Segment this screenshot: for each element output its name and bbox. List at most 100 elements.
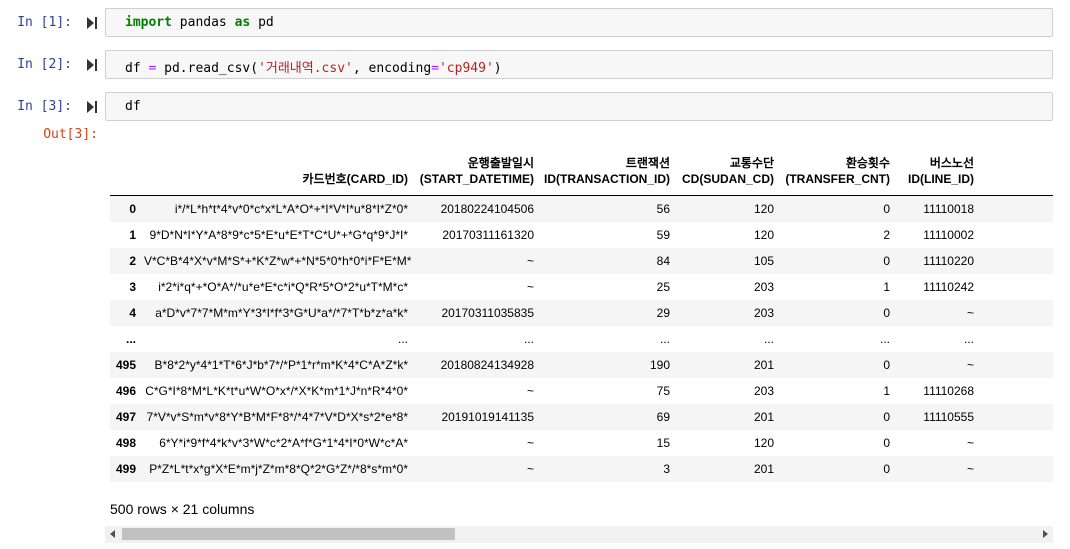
dataframe-table: 카드번호(CARD_ID) 운행출발일시 (START_DATETIME) 트랜잭션 I… xyxy=(110,146,1053,482)
table-cell: ... xyxy=(763,331,774,346)
table-cell: ~ xyxy=(526,435,534,450)
table-cell: 2110 xyxy=(982,456,1053,482)
code-token: pd.read_csv( xyxy=(156,61,259,76)
table-cell: 11110268 xyxy=(923,383,974,398)
table-cell: ... xyxy=(659,331,670,346)
table-cell: 11110555 xyxy=(923,409,974,424)
table-cell: 0 xyxy=(883,305,890,320)
table-cell: 15 xyxy=(656,435,670,450)
table-row: 499 P*Z*L*t*x*g*X*E*m*j*Z*m*8*Q*2*G*Z*/*8… xyxy=(110,455,1053,482)
code-cell-3[interactable]: In [3]: df xyxy=(0,92,1070,122)
table-row: 498 6*Y*i*9*f*4*k*v*3*W*c*2*A*f*G*1*4*I*0… xyxy=(110,429,1053,456)
table-cell: 2 xyxy=(883,227,890,242)
table-cell: ~ xyxy=(526,279,534,294)
column-header-line1: 교통수단 xyxy=(729,155,774,170)
table-cell: ... xyxy=(879,331,890,346)
input-prompt: In [2]: xyxy=(17,57,72,72)
row-index: 3 xyxy=(129,279,136,294)
code-input[interactable]: df xyxy=(105,92,1053,121)
table-cell: 0 xyxy=(883,201,890,216)
column-header: 운행출발일시 (START_DATETIME) xyxy=(416,146,542,196)
output-prompt: Out[3]: xyxy=(43,127,98,142)
code-text: df xyxy=(125,99,141,114)
index-header xyxy=(110,146,144,196)
code-text: import pandas as pd xyxy=(125,15,274,30)
table-cell: 201 xyxy=(753,357,774,372)
scroll-right-icon[interactable] xyxy=(1043,530,1048,538)
table-cell: 0 xyxy=(883,253,890,268)
table-cell: a*D*v*7*7*M*m*Y*3*I*f*3*G*U*a*/*7*T*b*z*… xyxy=(155,305,408,320)
column-header: 환승횟수 (TRANSFER_CNT) xyxy=(782,146,898,196)
table-row: ........................ xyxy=(110,325,1053,352)
table-cell: 203 xyxy=(753,305,774,320)
table-cell: 75 xyxy=(656,383,670,398)
code-token: pandas xyxy=(171,15,235,30)
table-cell: 20191019141135 xyxy=(441,409,534,424)
code-token: '거래내역.csv' xyxy=(258,61,353,76)
row-index: ... xyxy=(125,331,136,346)
code-token: 'cp949' xyxy=(438,61,494,76)
table-cell: 105 xyxy=(753,253,774,268)
code-token: pd xyxy=(250,15,274,30)
table-cell: ~ xyxy=(966,461,974,476)
column-header: 교통수단 CD(SUDAN_CD) xyxy=(678,146,782,196)
column-header-line1: 카드번호(CARD_ID) xyxy=(302,171,409,186)
table-cell: 190 xyxy=(649,357,670,372)
table-cell: ~ xyxy=(526,383,534,398)
scrollbar-thumb[interactable] xyxy=(122,528,455,540)
table-cell: 120 xyxy=(753,435,774,450)
horizontal-scrollbar[interactable] xyxy=(105,526,1053,543)
code-token: df xyxy=(125,61,149,76)
run-cell-icon[interactable] xyxy=(86,16,98,30)
table-cell: 56 xyxy=(656,201,670,216)
table-row: 496 C*G*I*8*M*L*K*t*u*W*O*x*/*X*K*m*1*J*n… xyxy=(110,377,1053,404)
table-cell: 2110 xyxy=(982,248,1053,274)
row-index: 4 xyxy=(129,305,136,320)
column-header: 교통ID(COMPAN xyxy=(982,146,1053,196)
column-header-line1: 운행출발일시 xyxy=(467,155,534,170)
table-cell: 1 xyxy=(883,383,890,398)
table-cell: ... xyxy=(397,331,408,346)
row-index: 497 xyxy=(115,409,136,424)
scroll-left-icon[interactable] xyxy=(110,530,115,538)
table-cell: ~ xyxy=(526,461,534,476)
run-cell-icon[interactable] xyxy=(86,100,98,114)
table-cell: 84 xyxy=(656,253,670,268)
column-header: 카드번호(CARD_ID) xyxy=(144,146,416,196)
code-cell-2[interactable]: In [2]: df = pd.read_csv('거래내역.csv', enc… xyxy=(0,50,1070,80)
row-index: 2 xyxy=(129,253,136,268)
code-input[interactable]: import pandas as pd xyxy=(105,8,1053,37)
table-cell: 20180824134928 xyxy=(440,357,534,372)
table-cell: 11110018 xyxy=(923,201,974,216)
table-cell: 201 xyxy=(753,409,774,424)
dataframe-output: 카드번호(CARD_ID) 운행출발일시 (START_DATETIME) 트랜잭션 I… xyxy=(110,146,1053,486)
table-cell: 25 xyxy=(656,279,670,294)
code-token: ) xyxy=(493,61,502,76)
table-row: 495 B*8*2*y*4*1*T*6*J*b*7*/*P*1*r*m*K*4*C… xyxy=(110,351,1053,378)
row-index: 498 xyxy=(115,435,136,450)
table-cell: ... xyxy=(963,331,974,346)
table-cell: 69 xyxy=(656,409,670,424)
run-cell-icon[interactable] xyxy=(86,58,98,72)
table-cell: ~ xyxy=(966,435,974,450)
code-token: , encoding xyxy=(352,61,432,76)
table-cell: 1115 xyxy=(982,378,1053,404)
column-header-line1: 환승횟수 xyxy=(845,155,890,170)
code-input[interactable]: df = pd.read_csv('거래내역.csv', encoding='c… xyxy=(105,50,1053,79)
code-token: = xyxy=(431,61,439,76)
column-header: 트랜잭션 ID(TRANSACTION_ID) xyxy=(542,146,678,196)
input-prompt: In [3]: xyxy=(17,99,72,114)
table-cell: 120 xyxy=(753,201,774,216)
table-cell: 2110 xyxy=(982,195,1053,222)
code-cell-1[interactable]: In [1]: import pandas as pd xyxy=(0,8,1070,38)
table-cell: 7*V*v*S*m*v*8*Y*B*M*F*8*/*4*7*V*D*X*s*2*… xyxy=(146,409,408,424)
table-cell: 0 xyxy=(883,461,890,476)
table-cell: ~ xyxy=(966,305,974,320)
table-cell: 0 xyxy=(883,357,890,372)
table-cell: i*2*i*q*+*O*A*/*u*e*E*c*i*Q*R*5*O*2*u*T*… xyxy=(158,279,408,294)
table-cell: V*C*B*4*X*v*M*S*+*K*Z*w*+*N*5*0*h*0*i*F*… xyxy=(144,253,412,268)
table-cell: 20170311035835 xyxy=(441,305,534,320)
table-cell: 29 xyxy=(656,305,670,320)
table-cell: 11110002 xyxy=(923,227,974,242)
table-cell: ... xyxy=(523,331,534,346)
